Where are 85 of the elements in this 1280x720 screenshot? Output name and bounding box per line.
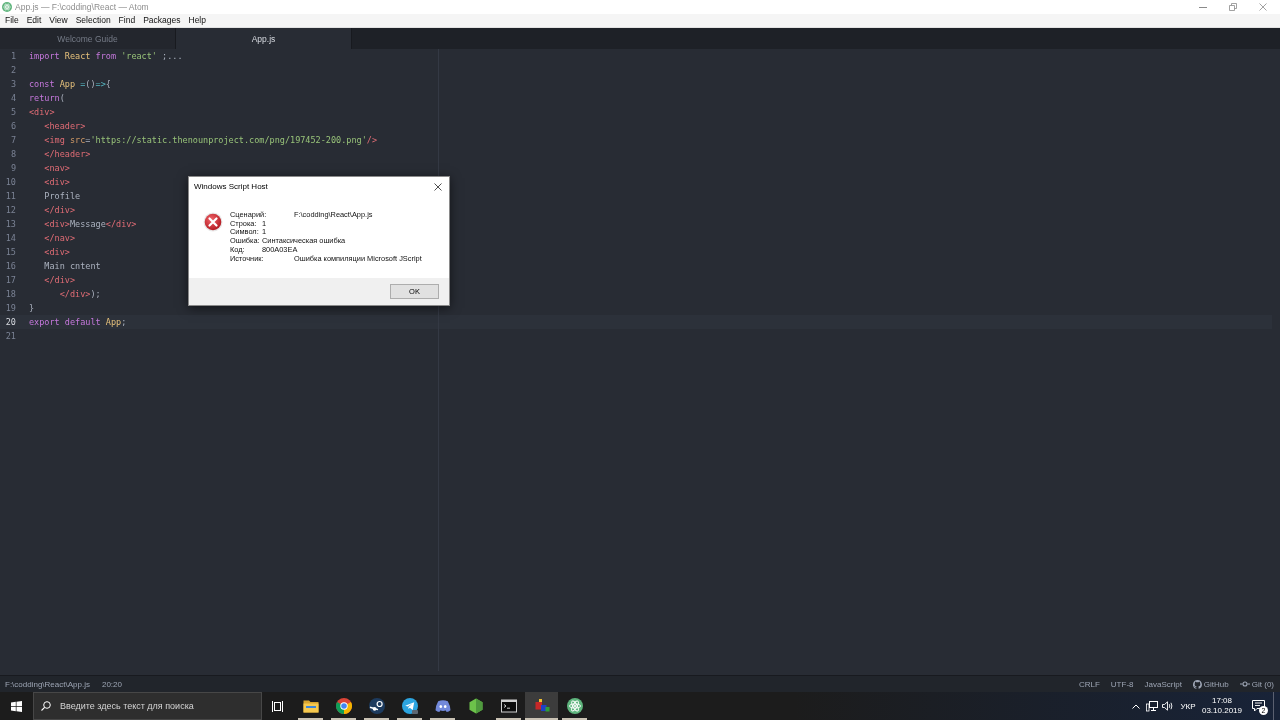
- colored-blocks-icon: [533, 698, 550, 714]
- line-number: 19: [4, 302, 16, 315]
- code-line: <header>: [44, 120, 86, 133]
- paper-plane-icon: [401, 698, 418, 714]
- restore-icon: [1229, 3, 1237, 11]
- menu-item[interactable]: Find: [114, 14, 140, 27]
- code-line: <div>: [29, 106, 55, 119]
- menu-item[interactable]: Help: [184, 14, 210, 27]
- line-number: 21: [4, 330, 16, 343]
- menu-item[interactable]: File: [1, 14, 23, 27]
- commit-icon: [1239, 681, 1250, 687]
- close-icon: [434, 182, 442, 191]
- chevron-up-icon: [1132, 703, 1140, 709]
- code-line: </div>: [44, 204, 76, 217]
- atom-icon: [566, 698, 583, 714]
- code-line: return(: [29, 92, 65, 105]
- color-wheel-icon: [335, 698, 352, 714]
- minimize-icon: [1199, 6, 1207, 8]
- line-ending[interactable]: CRLF: [1078, 679, 1100, 689]
- dialog-title: Windows Script Host: [194, 182, 269, 191]
- menu-item[interactable]: View: [45, 14, 72, 27]
- menu-item[interactable]: Edit: [22, 14, 46, 27]
- code-line: const App =()=>{: [29, 78, 111, 91]
- window-title: App.js — F:\codding\React — Atom: [15, 2, 149, 12]
- line-number: 8: [9, 148, 16, 161]
- line-number: 13: [4, 218, 16, 231]
- line-number: 5: [9, 106, 16, 119]
- line-number: 20: [4, 316, 16, 329]
- search-field[interactable]: Введите здесь текст для поиска: [33, 692, 262, 720]
- code-line: </header>: [44, 148, 91, 161]
- clock-button[interactable]: 17:08 03.10.2019: [1200, 692, 1244, 720]
- code-line: Main cntent: [44, 260, 101, 273]
- file-encoding[interactable]: UTF-8: [1110, 679, 1134, 689]
- menu-item[interactable]: Packages: [139, 14, 185, 27]
- piston-disc-icon: [368, 698, 385, 714]
- network-icon: [1146, 700, 1158, 712]
- code-line: </div>);: [59, 288, 101, 301]
- code-line: <div>: [44, 246, 70, 259]
- github-button[interactable]: GitHub: [1192, 679, 1229, 689]
- line-number: 4: [9, 92, 16, 105]
- game-controller-icon: [434, 698, 451, 714]
- code-line: import React from 'react' ;...: [29, 50, 183, 63]
- error-icon: [203, 212, 223, 232]
- line-number: 9: [9, 162, 16, 175]
- grammar-selector[interactable]: JavaScript: [1144, 679, 1182, 689]
- code-line: }: [29, 302, 35, 315]
- line-number: 6: [9, 120, 16, 133]
- hexagon-icon: [467, 698, 484, 714]
- code-line: <img src='https://static.thenounproject.com/png/197452-200.png'/>: [44, 134, 378, 147]
- speaker-icon: [1162, 701, 1174, 711]
- line-number: 1: [9, 50, 16, 63]
- code-line: </nav>: [44, 232, 76, 245]
- code-line: <div>: [44, 176, 70, 189]
- taskbar-app-button[interactable]: [525, 692, 558, 720]
- line-number: 10: [4, 176, 16, 189]
- code-line: Profile: [44, 190, 81, 203]
- github-icon: [1192, 679, 1202, 689]
- line-number: 11: [4, 190, 16, 203]
- line-number: 18: [4, 288, 16, 301]
- code-line: </div>: [44, 274, 76, 287]
- line-number: 3: [9, 78, 16, 91]
- file-path[interactable]: F:\codding\React\App.js: [5, 679, 90, 689]
- search-icon: [41, 701, 51, 711]
- editor-tab[interactable]: App.js: [176, 28, 352, 49]
- folder-icon: [302, 698, 319, 714]
- menu-item[interactable]: Selection: [71, 14, 115, 27]
- close-icon: [1259, 3, 1267, 11]
- task-view-icon: [272, 700, 284, 712]
- line-number: 2: [9, 64, 16, 77]
- cursor-position[interactable]: 20:20: [101, 679, 122, 689]
- line-number: 14: [4, 232, 16, 245]
- line-number: 15: [4, 246, 16, 259]
- line-number: 12: [4, 204, 16, 217]
- terminal-icon: [500, 698, 517, 714]
- git-button[interactable]: Git (0): [1239, 679, 1274, 689]
- windows-logo-icon: [11, 700, 22, 712]
- input-language[interactable]: УКР: [1176, 692, 1200, 720]
- code-line: <nav>: [44, 162, 70, 175]
- code-line: <div>Message</div>: [44, 218, 137, 231]
- line-number: 7: [9, 134, 16, 147]
- line-number: 16: [4, 260, 16, 273]
- editor-tab[interactable]: Welcome Guide: [0, 28, 176, 49]
- line-number: 17: [4, 274, 16, 287]
- code-line: export default App;: [29, 316, 127, 329]
- notification-icon: [1251, 700, 1265, 712]
